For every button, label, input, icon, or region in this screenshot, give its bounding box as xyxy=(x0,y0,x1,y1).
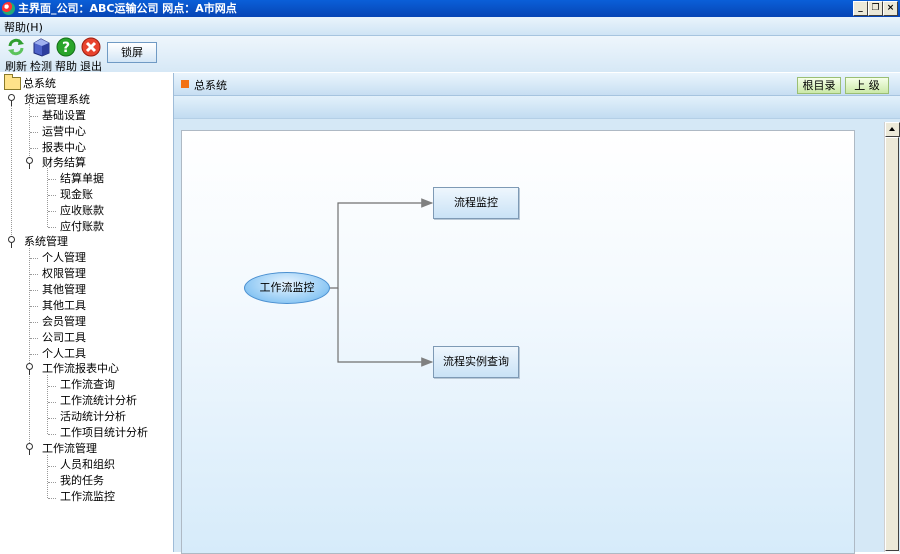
tree-item[interactable]: 活动统计分析 xyxy=(60,409,126,424)
sidebar-tree: 总系统 货运管理系统 基础设置 运营中心 报表中心 财务结算 结算单据 现金账 … xyxy=(0,73,174,552)
tree-item[interactable]: 个人管理 xyxy=(42,250,86,265)
flow-node-process-monitor[interactable]: 流程监控 xyxy=(433,187,519,219)
menu-help[interactable]: 帮助(H) xyxy=(4,19,43,35)
title-bar: 主界面_公司：ABC运输公司 网点：A市网点 _ ❐ × xyxy=(0,0,900,17)
tree-item[interactable]: 工作流监控 xyxy=(60,489,115,504)
menu-bar: 帮助(H) xyxy=(0,17,900,36)
lock-screen-button[interactable]: 锁屏 xyxy=(107,42,157,63)
tree-group-finance[interactable]: 财务结算 xyxy=(42,155,86,170)
tree-item[interactable]: 基础设置 xyxy=(42,108,86,123)
minimize-button[interactable]: _ xyxy=(853,1,868,16)
tree-item[interactable]: 权限管理 xyxy=(42,266,86,281)
folder-icon xyxy=(4,74,21,90)
tree-item[interactable]: 报表中心 xyxy=(42,140,86,155)
pin-icon[interactable] xyxy=(25,362,33,375)
pin-icon[interactable] xyxy=(25,156,33,169)
exit-label: 退出 xyxy=(80,60,102,73)
tree-item[interactable]: 现金账 xyxy=(60,187,93,202)
tree-item[interactable]: 工作流统计分析 xyxy=(60,393,137,408)
up-level-button[interactable]: 上 级 xyxy=(845,77,889,94)
check-cube-icon xyxy=(33,38,50,57)
pin-icon[interactable] xyxy=(25,442,33,455)
refresh-button[interactable]: 刷新 xyxy=(4,37,28,73)
toolbar: 刷新 检测 ? 帮助 退出 锁屏 xyxy=(0,36,900,73)
toolbar-band xyxy=(174,96,900,119)
tree-item[interactable]: 会员管理 xyxy=(42,314,86,329)
help-button[interactable]: ? 帮助 xyxy=(54,37,78,73)
scroll-up-button[interactable] xyxy=(885,122,900,137)
tree-item[interactable]: 工作项目统计分析 xyxy=(60,425,148,440)
tree-item[interactable]: 结算单据 xyxy=(60,171,104,186)
restore-button[interactable]: ❐ xyxy=(868,1,883,16)
scroll-thumb[interactable] xyxy=(885,137,899,551)
tree-group-system[interactable]: 系统管理 xyxy=(24,234,68,249)
tree-item[interactable]: 人员和组织 xyxy=(60,457,115,472)
breadcrumb-marker-icon xyxy=(181,80,189,88)
refresh-icon xyxy=(8,38,24,56)
root-dir-button[interactable]: 根目录 xyxy=(797,77,841,94)
main-content: 总系统 根目录 上 级 工作流监控 流程监控 流程实例查询 xyxy=(174,73,900,554)
tree-item[interactable]: 应付账款 xyxy=(60,219,104,234)
close-button[interactable]: × xyxy=(883,1,898,16)
tree-item[interactable]: 个人工具 xyxy=(42,346,86,361)
flow-node-instance-query[interactable]: 流程实例查询 xyxy=(433,346,519,378)
check-label: 检测 xyxy=(30,60,52,73)
flow-start-node[interactable]: 工作流监控 xyxy=(244,272,330,304)
vertical-scrollbar[interactable] xyxy=(884,122,900,552)
tree-item[interactable]: 应收账款 xyxy=(60,203,104,218)
exit-icon xyxy=(81,37,101,57)
tree-group-workflow-manage[interactable]: 工作流管理 xyxy=(42,441,97,456)
pin-icon[interactable] xyxy=(7,235,15,248)
pin-icon[interactable] xyxy=(7,93,15,106)
svg-text:?: ? xyxy=(62,40,70,56)
workflow-canvas: 工作流监控 流程监控 流程实例查询 xyxy=(181,130,855,554)
app-icon xyxy=(2,2,15,15)
tree-group-workflow-report[interactable]: 工作流报表中心 xyxy=(42,361,119,376)
tree-item[interactable]: 我的任务 xyxy=(60,473,104,488)
check-button[interactable]: 检测 xyxy=(29,37,53,73)
tree-item[interactable]: 其他工具 xyxy=(42,298,86,313)
breadcrumb-text: 总系统 xyxy=(194,79,227,92)
tree-item[interactable]: 运营中心 xyxy=(42,124,86,139)
window-title: 主界面_公司：ABC运输公司 网点：A市网点 xyxy=(18,2,237,15)
exit-button[interactable]: 退出 xyxy=(79,37,103,73)
tree-item[interactable]: 工作流查询 xyxy=(60,377,115,392)
tree-root[interactable]: 总系统 xyxy=(23,76,56,91)
tree-item[interactable]: 其他管理 xyxy=(42,282,86,297)
tree-group-cargo[interactable]: 货运管理系统 xyxy=(24,92,90,107)
breadcrumb: 总系统 根目录 上 级 xyxy=(174,73,900,96)
help-label: 帮助 xyxy=(55,60,77,73)
help-icon: ? xyxy=(56,37,76,57)
refresh-label: 刷新 xyxy=(5,60,27,73)
tree-item[interactable]: 公司工具 xyxy=(42,330,86,345)
